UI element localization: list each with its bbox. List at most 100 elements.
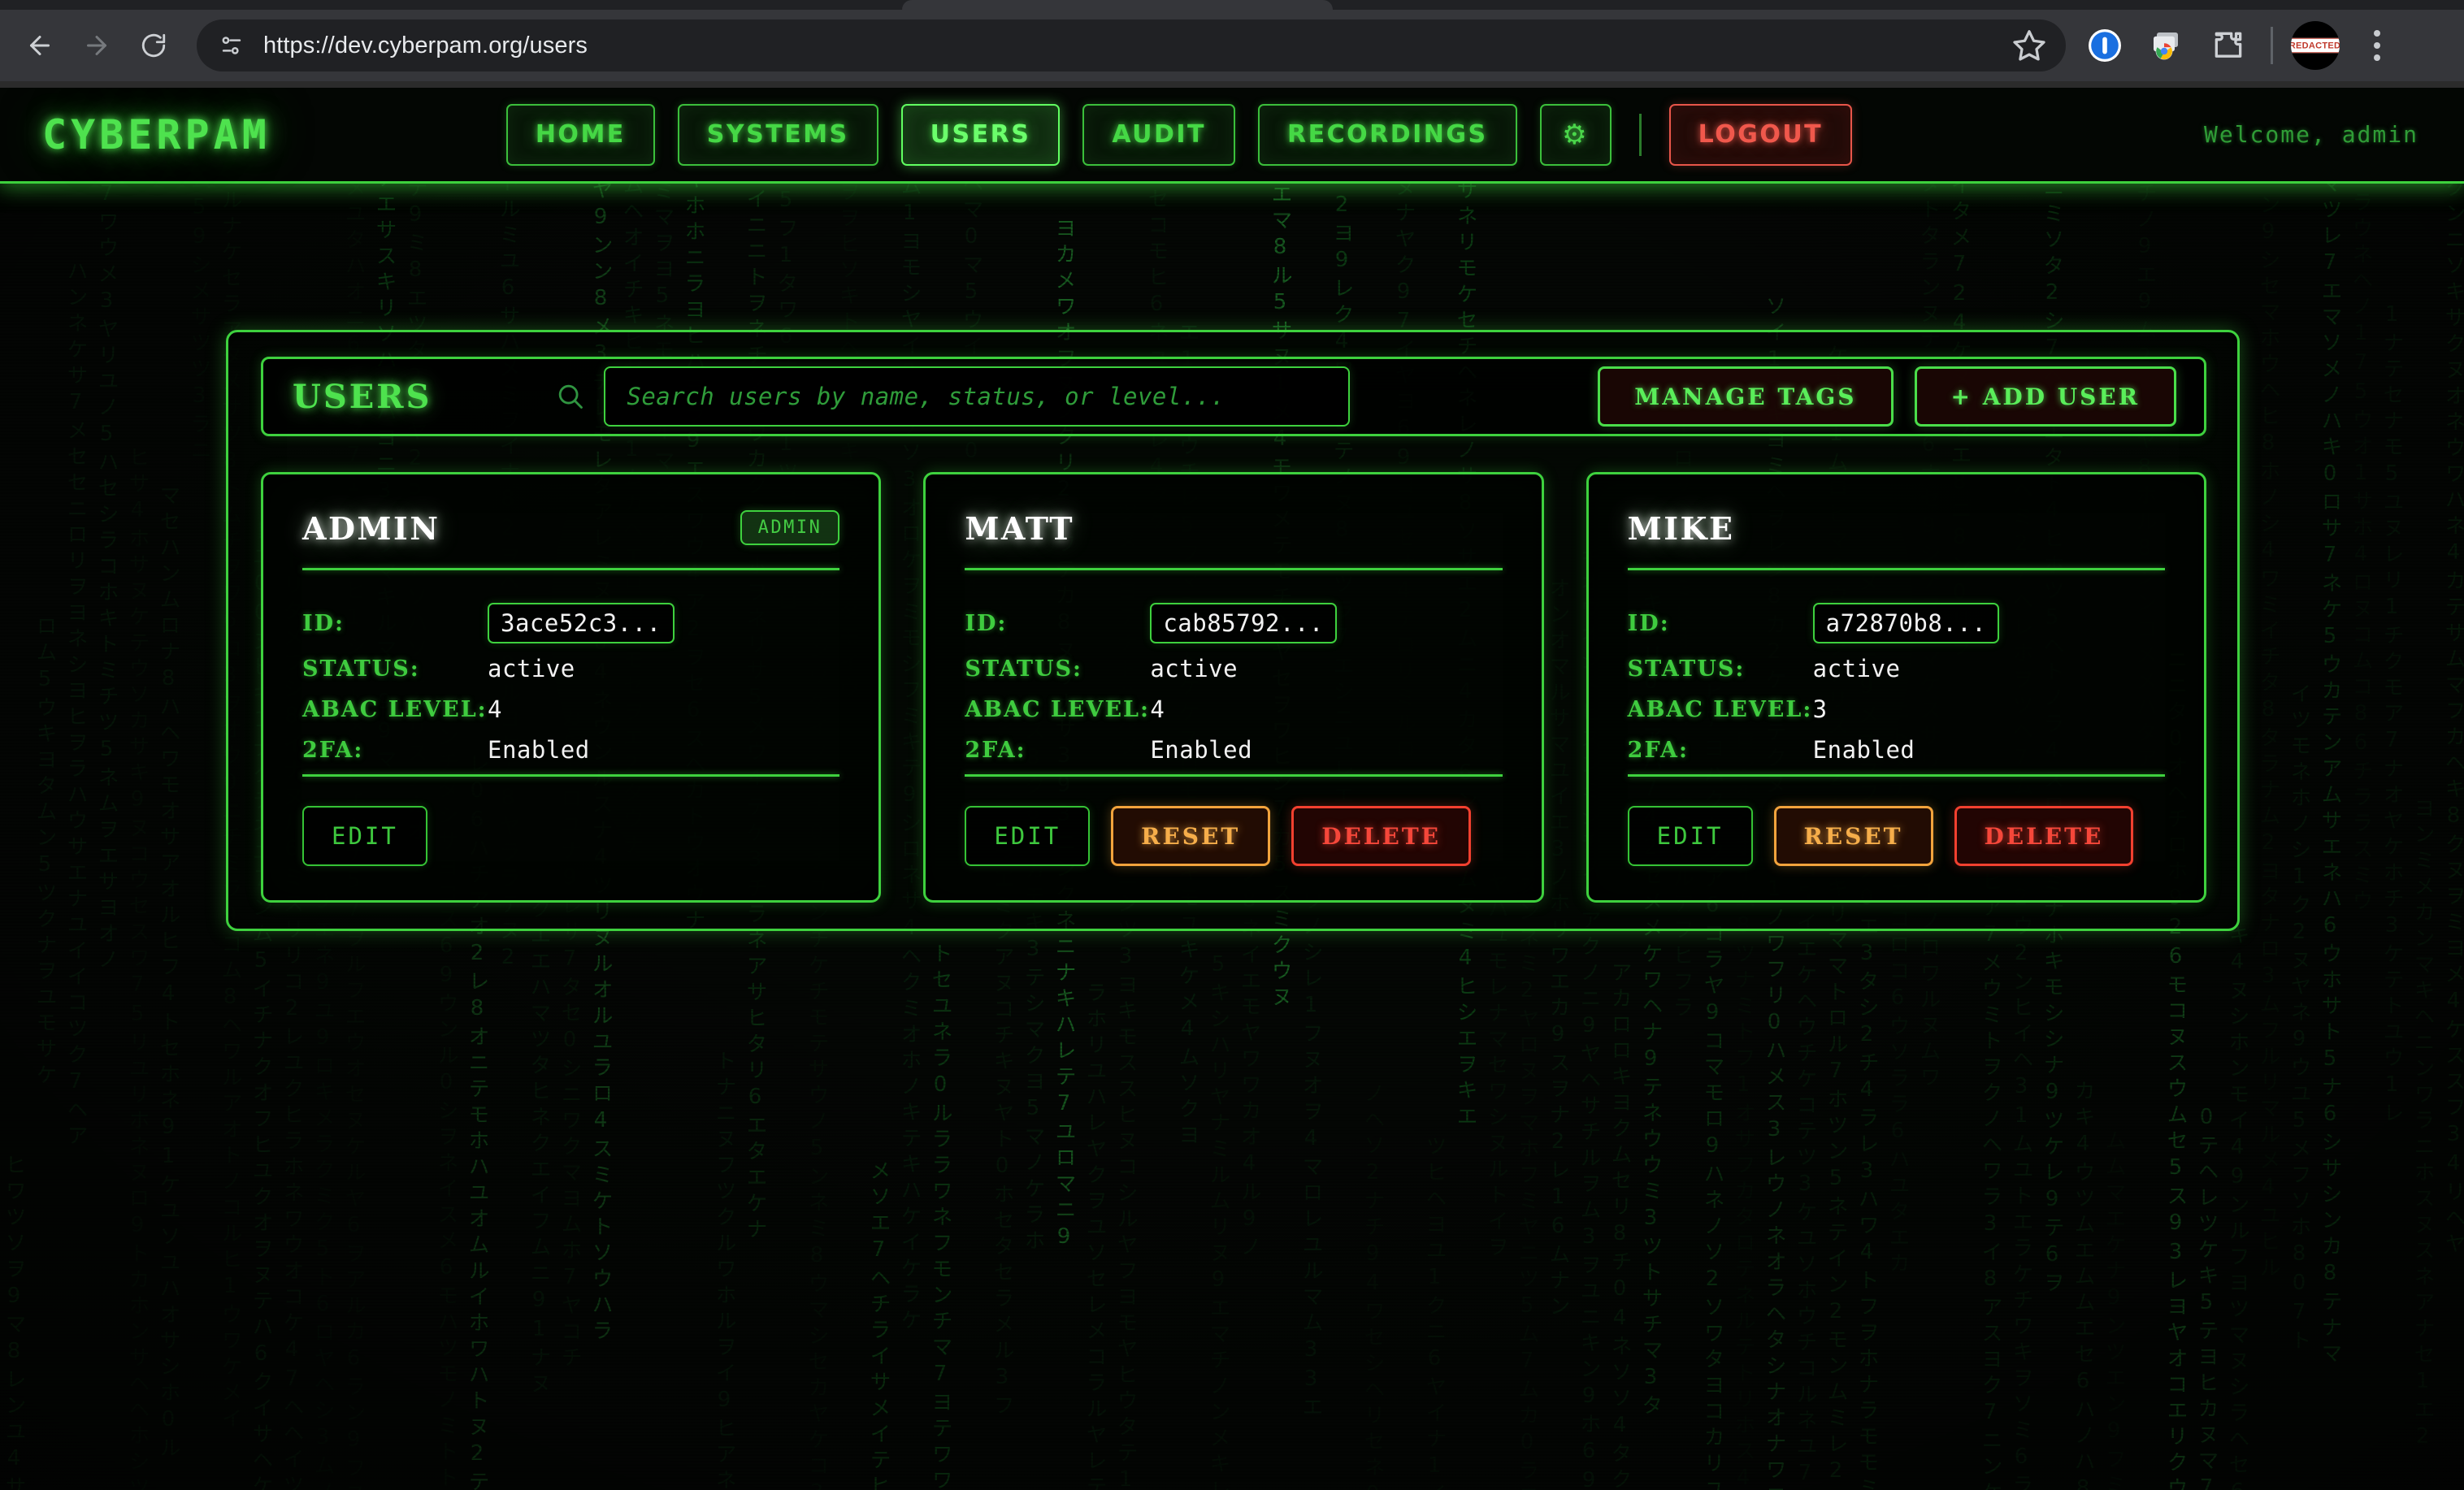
value-2fa: Enabled xyxy=(1813,736,1915,764)
detail-row-2fa: 2FA: Enabled xyxy=(965,730,1502,770)
tab-strip xyxy=(0,0,2464,10)
value-id[interactable]: 3ace52c3... xyxy=(488,603,675,643)
user-card: MATT ID: cab85792... STATUS: active ABAC… xyxy=(923,472,1543,903)
user-details: ID: cab85792... STATUS: active ABAC LEVE… xyxy=(965,598,1502,770)
chrome-menu-button[interactable] xyxy=(2346,15,2408,76)
avatar[interactable]: REDACTED xyxy=(2284,15,2346,76)
app-header: CYBERPAM HOME SYSTEMS USERS AUDIT RECORD… xyxy=(0,88,2464,184)
value-2fa: Enabled xyxy=(1150,736,1252,764)
label-id: ID: xyxy=(965,611,1150,636)
nav-systems[interactable]: SYSTEMS xyxy=(678,104,878,166)
toolbar-divider xyxy=(2271,27,2273,64)
user-card: ADMIN ADMIN ID: 3ace52c3... STATUS: acti… xyxy=(261,472,881,903)
site-info-icon[interactable] xyxy=(218,32,245,59)
manage-tags-button[interactable]: MANAGE TAGS xyxy=(1598,366,1893,427)
detail-row-status: STATUS: active xyxy=(1628,648,2165,689)
label-2fa: 2FA: xyxy=(965,738,1150,763)
bookmark-star-icon[interactable] xyxy=(2011,27,2048,64)
detail-row-abac-level: ABAC LEVEL: 4 xyxy=(302,689,839,730)
add-user-button[interactable]: + ADD USER xyxy=(1915,366,2177,427)
delete-button[interactable]: DELETE xyxy=(1291,806,1471,866)
detail-row-status: STATUS: active xyxy=(965,648,1502,689)
label-abac-level: ABAC LEVEL: xyxy=(302,697,488,722)
toolbar-icons: REDACTED xyxy=(2074,15,2408,76)
nav-users[interactable]: USERS xyxy=(901,104,1061,166)
kebab-icon xyxy=(2374,30,2380,61)
user-card-actions: EDIT RESET DELETE xyxy=(1628,806,2134,866)
settings-button[interactable]: ⚙ xyxy=(1540,104,1612,166)
user-card-actions: EDIT RESET DELETE xyxy=(965,806,1471,866)
user-details: ID: a72870b8... STATUS: active ABAC LEVE… xyxy=(1628,598,2165,770)
user-name: MIKE xyxy=(1628,510,1735,547)
app-logo[interactable]: CYBERPAM xyxy=(42,111,271,158)
reload-button[interactable] xyxy=(128,20,179,71)
detail-row-2fa: 2FA: Enabled xyxy=(302,730,839,770)
users-panel: USERS Search users by name, status, or l… xyxy=(226,330,2240,931)
address-bar[interactable]: https://dev.cyberpam.org/users xyxy=(197,19,2066,71)
welcome-text: Welcome, admin xyxy=(2204,121,2418,148)
value-status: active xyxy=(1150,655,1238,682)
forward-button[interactable] xyxy=(72,20,122,71)
value-abac-level: 4 xyxy=(488,695,502,723)
label-abac-level: ABAC LEVEL: xyxy=(965,697,1150,722)
user-card-header: MATT xyxy=(965,510,1502,547)
active-tab[interactable] xyxy=(902,0,1333,10)
user-name: MATT xyxy=(965,510,1074,547)
delete-button[interactable]: DELETE xyxy=(1954,806,2134,866)
main-navigation: HOME SYSTEMS USERS AUDIT RECORDINGS ⚙ LO… xyxy=(506,104,1852,166)
users-panel-header: USERS Search users by name, status, or l… xyxy=(261,357,2206,436)
detail-row-abac-level: ABAC LEVEL: 3 xyxy=(1628,689,2165,730)
card-footer-divider xyxy=(965,774,1502,777)
back-button[interactable] xyxy=(15,20,65,71)
chrome-apps-icon[interactable] xyxy=(2136,15,2197,76)
value-2fa: Enabled xyxy=(488,736,590,764)
label-id: ID: xyxy=(302,611,488,636)
label-status: STATUS: xyxy=(302,656,488,682)
logout-button[interactable]: LOGOUT xyxy=(1669,104,1853,166)
label-status: STATUS: xyxy=(965,656,1150,682)
edit-button[interactable]: EDIT xyxy=(965,806,1090,866)
url-text: https://dev.cyberpam.org/users xyxy=(263,32,588,59)
page-title: USERS xyxy=(293,378,432,416)
label-2fa: 2FA: xyxy=(302,738,488,763)
detail-row-id: ID: a72870b8... xyxy=(1628,598,2165,648)
panel-actions: MANAGE TAGS + ADD USER xyxy=(1598,366,2176,427)
detail-row-abac-level: ABAC LEVEL: 4 xyxy=(965,689,1502,730)
card-divider xyxy=(302,568,839,570)
search-icon xyxy=(555,381,586,412)
search-placeholder: Search users by name, status, or level..… xyxy=(627,383,1225,410)
value-abac-level: 4 xyxy=(1150,695,1165,723)
nav-audit[interactable]: AUDIT xyxy=(1082,104,1235,166)
reset-button[interactable]: RESET xyxy=(1111,806,1270,866)
label-abac-level: ABAC LEVEL: xyxy=(1628,697,1813,722)
label-status: STATUS: xyxy=(1628,656,1813,682)
detail-row-id: ID: cab85792... xyxy=(965,598,1502,648)
extensions-puzzle-icon[interactable] xyxy=(2197,15,2259,76)
user-card-list: ADMIN ADMIN ID: 3ace52c3... STATUS: acti… xyxy=(261,472,2206,903)
user-card-actions: EDIT xyxy=(302,806,427,866)
value-status: active xyxy=(1813,655,1901,682)
detail-row-2fa: 2FA: Enabled xyxy=(1628,730,2165,770)
nav-recordings[interactable]: RECORDINGS xyxy=(1258,104,1517,166)
label-id: ID: xyxy=(1628,611,1813,636)
detail-row-status: STATUS: active xyxy=(302,648,839,689)
browser-chrome: https://dev.cyberpam.org/users xyxy=(0,0,2464,88)
page-viewport: ヒワツソヲ9マ8レンユ4サイワテヌコヒラ9タケタシ9ナ8ス34ク4ム98ユロム5… xyxy=(0,88,2464,1490)
edit-button[interactable]: EDIT xyxy=(1628,806,1753,866)
search-input[interactable]: Search users by name, status, or level..… xyxy=(604,366,1350,427)
user-card-header: MIKE xyxy=(1628,510,2165,547)
card-footer-divider xyxy=(1628,774,2165,777)
edit-button[interactable]: EDIT xyxy=(302,806,427,866)
user-card-header: ADMIN ADMIN xyxy=(302,510,839,547)
user-card: MIKE ID: a72870b8... STATUS: active ABAC… xyxy=(1586,472,2206,903)
card-footer-divider xyxy=(302,774,839,777)
card-divider xyxy=(965,568,1502,570)
1password-icon[interactable] xyxy=(2074,15,2136,76)
reset-button[interactable]: RESET xyxy=(1774,806,1933,866)
value-id[interactable]: cab85792... xyxy=(1150,603,1337,643)
status-badge: ADMIN xyxy=(740,510,840,545)
nav-home[interactable]: HOME xyxy=(506,104,655,166)
nav-divider xyxy=(1639,114,1642,156)
avatar-redacted-label: REDACTED xyxy=(2291,38,2340,53)
value-id[interactable]: a72870b8... xyxy=(1813,603,2000,643)
